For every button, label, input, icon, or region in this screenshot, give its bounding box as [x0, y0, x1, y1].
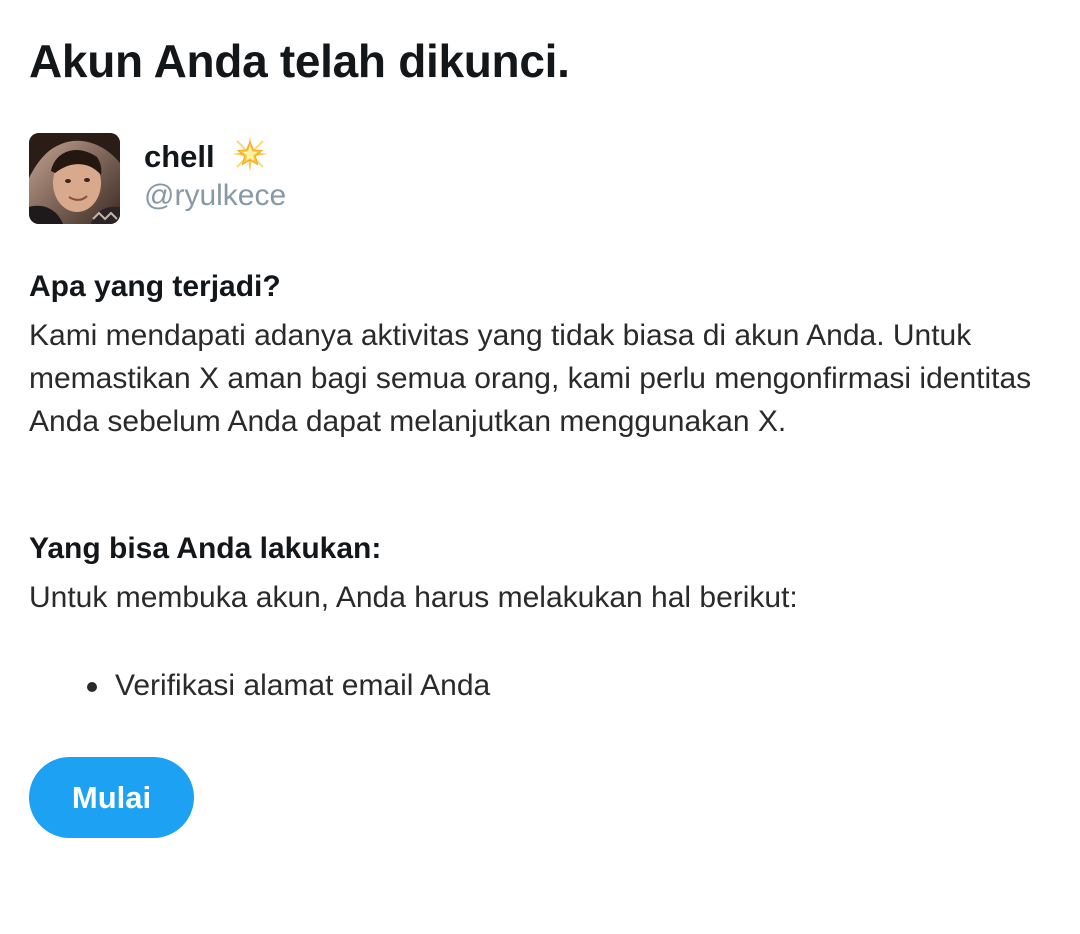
account-handle: @ryulkece	[144, 179, 287, 212]
what-happened-heading: Apa yang terjadi?	[29, 270, 281, 303]
list-item: Verifikasi alamat email Anda	[29, 664, 490, 707]
bullet-icon	[87, 682, 97, 692]
avatar-image	[29, 133, 120, 224]
what-happened-text: Kami mendapati adanya aktivitas yang tid…	[29, 319, 1032, 438]
display-name-row: chell	[144, 135, 269, 176]
glowing-star-icon	[231, 135, 269, 173]
what-you-can-do-text: Untuk membuka akun, Anda harus melakukan…	[29, 581, 798, 614]
account-card: chell @ryulkece	[29, 133, 629, 225]
display-name: chell	[144, 139, 215, 174]
what-you-can-do-heading: Yang bisa Anda lakukan:	[29, 532, 382, 565]
page-title: Akun Anda telah dikunci.	[29, 35, 570, 87]
start-button[interactable]: Mulai	[29, 757, 194, 838]
step-label: Verifikasi alamat email Anda	[115, 669, 491, 702]
avatar	[29, 133, 120, 224]
steps-list: Verifikasi alamat email Anda	[29, 664, 490, 707]
